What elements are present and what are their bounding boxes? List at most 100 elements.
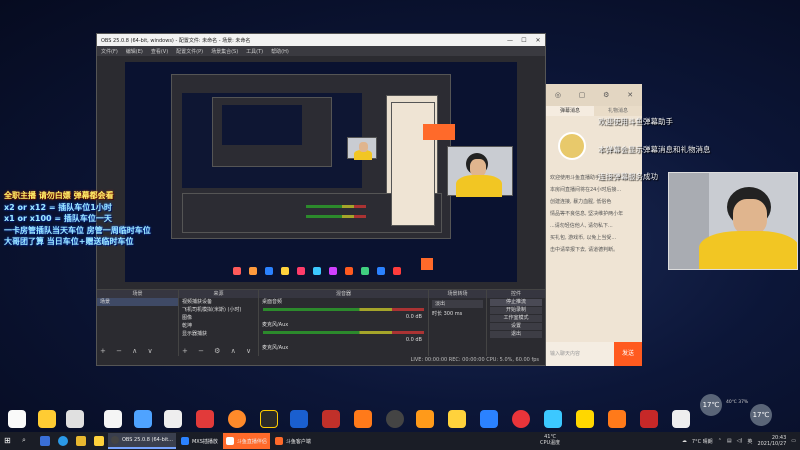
app-icon[interactable] bbox=[544, 410, 562, 428]
app-icon[interactable] bbox=[608, 410, 626, 428]
maximize-icon[interactable]: ☐ bbox=[517, 37, 531, 44]
nested-douyu-window bbox=[391, 102, 435, 226]
scene-item[interactable]: 场景 bbox=[97, 298, 178, 306]
weather-text[interactable]: 7°C 晴朗 bbox=[692, 438, 713, 445]
app-icon[interactable] bbox=[448, 410, 466, 428]
weather-icon: ☁ bbox=[681, 438, 687, 444]
app-icon[interactable] bbox=[196, 410, 214, 428]
settings-icon[interactable]: ⚙ bbox=[603, 91, 609, 99]
source-item[interactable]: 视频捕获设备 bbox=[179, 298, 258, 306]
obs-menubar: 文件(F) 编辑(E) 查看(V) 配置文件(P) 场景集合(S) 工具(T) … bbox=[97, 46, 545, 56]
volume-icon[interactable]: ◁) bbox=[737, 438, 743, 444]
close-icon[interactable]: ✕ bbox=[627, 91, 633, 99]
windows-start-icon[interactable]: ⊞ bbox=[4, 436, 14, 446]
chat-input[interactable]: 输入聊天内容 bbox=[546, 342, 614, 366]
app-icon[interactable] bbox=[260, 410, 278, 428]
app-icon[interactable] bbox=[576, 410, 594, 428]
taskbar-app-obs[interactable]: OBS 25.0.8 (64-bit... bbox=[108, 433, 176, 449]
notice-line: x2 or x12 = 插队车位1小时 bbox=[4, 202, 112, 212]
notice-line: 大哥团了算 当日车位+赠送临时车位 bbox=[4, 237, 134, 246]
app-icon[interactable] bbox=[8, 410, 26, 428]
obs-window-title: OBS 25.0.8 (64-bit, windows) - 配置文件: 未命名… bbox=[101, 37, 251, 44]
taskbar-app-douyu-client[interactable]: 斗鱼客户端 bbox=[272, 433, 314, 449]
studio-mode-button[interactable]: 工作室模式 bbox=[490, 315, 542, 322]
network-icon[interactable]: ▤ bbox=[727, 438, 732, 444]
app-icon[interactable] bbox=[104, 410, 122, 428]
source-item[interactable]: 乾坤 bbox=[179, 322, 258, 330]
task-view-icon[interactable] bbox=[40, 436, 50, 446]
temperature-widget[interactable]: 17℃ bbox=[700, 394, 722, 416]
menu-profile[interactable]: 配置文件(P) bbox=[176, 48, 203, 55]
app-icon[interactable] bbox=[416, 410, 434, 428]
search-icon[interactable]: ⌕ bbox=[22, 436, 32, 446]
app-icon[interactable] bbox=[164, 410, 182, 428]
app-icon[interactable] bbox=[512, 410, 530, 428]
nested-send-button bbox=[423, 124, 455, 140]
app-icon[interactable] bbox=[134, 410, 152, 428]
chevron-up-icon[interactable]: ⌃ bbox=[718, 438, 722, 444]
menu-edit[interactable]: 编辑(E) bbox=[126, 48, 143, 55]
widget-caption: 40℃ 37% bbox=[726, 400, 749, 405]
source-item[interactable]: 图像 bbox=[179, 314, 258, 322]
player-icon bbox=[180, 437, 189, 445]
scenes-dock-controls[interactable]: + − ∧ ∨ bbox=[100, 347, 157, 355]
app-icon[interactable] bbox=[354, 410, 372, 428]
skin-icon[interactable]: ◎ bbox=[555, 91, 561, 99]
taskbar-app-douyu-companion[interactable]: 斗鱼直播伴侣 bbox=[222, 433, 270, 449]
controls-dock: 控件 停止推流 开始录制 工作室模式 设置 退出 bbox=[487, 290, 545, 357]
tab-gifts[interactable]: 礼物消息 bbox=[594, 106, 642, 116]
notice-line: 全职主播 请勿白嫖 弹幕都会看 bbox=[4, 191, 114, 200]
minimize-icon[interactable]: — bbox=[503, 37, 517, 44]
edge-icon[interactable] bbox=[58, 436, 68, 446]
taskbar-app-label: 斗鱼直播伴侣 bbox=[236, 438, 267, 445]
start-recording-button[interactable]: 开始录制 bbox=[490, 307, 542, 314]
temperature-widget[interactable]: 17℃ bbox=[750, 404, 772, 426]
taskbar-app-label: 斗鱼客户端 bbox=[285, 438, 311, 445]
menu-tools[interactable]: 工具(T) bbox=[246, 48, 263, 55]
menu-help[interactable]: 帮助(H) bbox=[271, 48, 289, 55]
source-item[interactable]: 显示器捕获 bbox=[179, 330, 258, 338]
tab-danmaku[interactable]: 弹幕消息 bbox=[546, 106, 594, 116]
app-icon[interactable] bbox=[640, 410, 658, 428]
menu-view[interactable]: 查看(V) bbox=[151, 48, 168, 55]
transition-duration[interactable]: 时长 300 ms bbox=[429, 310, 486, 318]
ime-language[interactable]: 英 bbox=[747, 438, 752, 445]
app-icon[interactable] bbox=[672, 410, 690, 428]
notice-line: x1 or x100 = 插队车位一天 bbox=[4, 214, 112, 223]
mixer-footer-channel: 麦克风/Aux bbox=[262, 345, 289, 351]
lock-icon[interactable]: ▢ bbox=[579, 91, 586, 99]
send-button[interactable]: 发送 bbox=[614, 342, 642, 366]
sources-dock-title: 来源 bbox=[179, 290, 258, 298]
menu-scene-collection[interactable]: 场景集合(S) bbox=[211, 48, 238, 55]
close-icon[interactable]: ✕ bbox=[531, 37, 545, 44]
clock-date: 2021/10/27 bbox=[757, 441, 787, 447]
douyu-icon bbox=[225, 437, 234, 445]
temperature-unit: ℃ bbox=[761, 411, 770, 419]
app-icon[interactable] bbox=[322, 410, 340, 428]
app-icon[interactable] bbox=[38, 410, 56, 428]
stop-streaming-button[interactable]: 停止推流 bbox=[490, 299, 542, 306]
welcome-message: 本弹幕会显示弹幕消息和礼物消息 bbox=[598, 145, 711, 154]
clock[interactable]: 20:43 2021/10/27 bbox=[757, 435, 786, 447]
taskbar-app-player[interactable]: MXS插播放 bbox=[178, 433, 221, 449]
app-icon[interactable] bbox=[94, 436, 104, 446]
obs-preview-canvas[interactable] bbox=[125, 62, 517, 282]
app-icon[interactable] bbox=[480, 410, 498, 428]
source-item[interactable]: 飞机司机模拟(米斯) (小时) bbox=[179, 306, 258, 314]
sources-dock-controls[interactable]: + − ⚙ ∧ ∨ bbox=[182, 347, 255, 355]
taskbar-app-label: OBS 25.0.8 (64-bit... bbox=[122, 437, 173, 443]
app-icon[interactable] bbox=[386, 410, 404, 428]
douyu-message-list: 欢迎使用斗鱼直播助手 本房间直播间将在24小时后接... 创建连接, 暴力血腥,… bbox=[550, 172, 638, 256]
welcome-message: 连接弹幕服务成功 bbox=[598, 172, 658, 181]
app-icon[interactable] bbox=[228, 410, 246, 428]
transition-select[interactable]: 淡出 bbox=[432, 300, 483, 308]
obs-titlebar[interactable]: OBS 25.0.8 (64-bit, windows) - 配置文件: 未命名… bbox=[97, 34, 545, 46]
scenes-dock-title: 场景 bbox=[97, 290, 178, 298]
menu-file[interactable]: 文件(F) bbox=[101, 48, 118, 55]
folder-icon[interactable] bbox=[76, 436, 86, 446]
app-icon[interactable] bbox=[290, 410, 308, 428]
settings-button[interactable]: 设置 bbox=[490, 323, 542, 330]
app-icon[interactable] bbox=[66, 410, 84, 428]
notification-icon[interactable]: ▭ bbox=[791, 438, 796, 444]
exit-button[interactable]: 退出 bbox=[490, 331, 542, 338]
